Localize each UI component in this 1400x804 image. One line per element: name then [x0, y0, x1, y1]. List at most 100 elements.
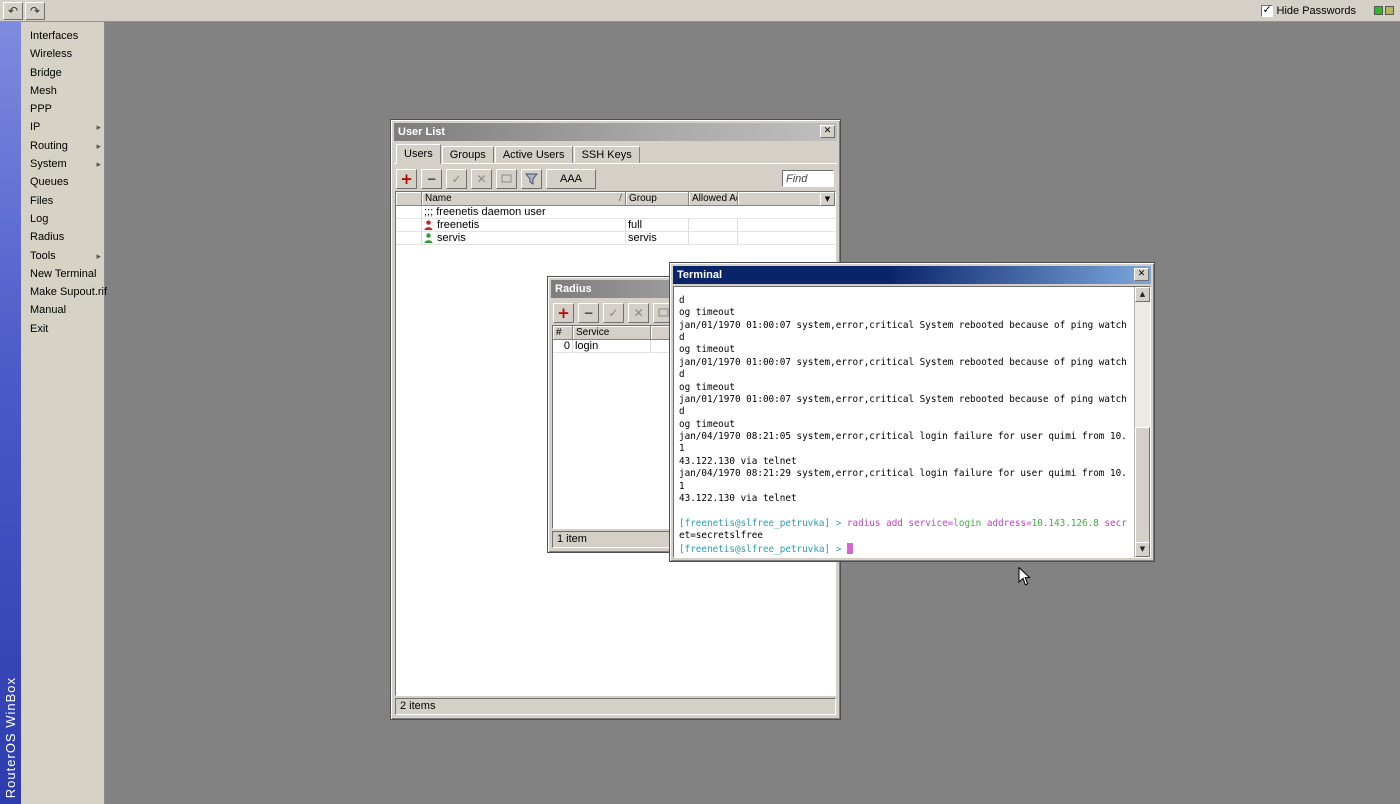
menu-item-ppp[interactable]: PPP [21, 100, 104, 118]
menu-item-bridge[interactable]: Bridge [21, 64, 104, 82]
menu-item-label: Make Supout.rif [30, 286, 107, 298]
user-name: servis [437, 232, 466, 244]
side-menu: InterfacesWirelessBridgeMeshPPPIP▸Routin… [21, 22, 105, 804]
menu-item-radius[interactable]: Radius [21, 228, 104, 246]
disable-button[interactable]: ✕ [628, 303, 649, 323]
add-button[interactable]: + [553, 303, 574, 323]
menu-item-queues[interactable]: Queues [21, 173, 104, 191]
terminal-cursor-block [847, 543, 853, 554]
terminal-line: og timeout [679, 382, 1133, 394]
close-icon[interactable]: ✕ [1134, 268, 1149, 281]
undo-button[interactable]: ↶ [3, 2, 23, 20]
submenu-arrow-icon: ▸ [96, 248, 101, 266]
menu-item-mesh[interactable]: Mesh [21, 82, 104, 100]
terminal-line: jan/01/1970 01:00:07 system,error,critic… [679, 357, 1133, 369]
allowed-address-column-header[interactable]: Allowed Addr... [689, 192, 738, 206]
menu-item-routing[interactable]: Routing ▸ [21, 137, 104, 155]
menu-item-manual[interactable]: Manual [21, 301, 104, 319]
user-allowed-address [689, 219, 738, 232]
menu-item-label: Manual [30, 304, 66, 316]
tab-ssh-keys[interactable]: SSH Keys [574, 146, 640, 163]
menu-item-wireless[interactable]: Wireless [21, 45, 104, 63]
terminal-scrollbar[interactable]: ▲ ▼ [1134, 287, 1150, 557]
user-row-freenetis[interactable]: freenetis full [396, 219, 835, 232]
user-group: servis [626, 232, 689, 245]
connection-quality-green-icon [1374, 6, 1383, 15]
user-list-statusbar: 2 items [395, 698, 836, 715]
menu-item-label: Exit [30, 323, 48, 335]
user-row-servis[interactable]: servis servis [396, 232, 835, 245]
menu-item-make-supout-rif[interactable]: Make Supout.rif [21, 283, 104, 301]
terminal-line: og timeout [679, 419, 1133, 431]
comment-button[interactable] [496, 169, 517, 189]
service-column-header[interactable]: Service [573, 326, 651, 340]
aaa-button[interactable]: AAA [546, 169, 596, 189]
filter-button[interactable] [521, 169, 542, 189]
winbox-desktop: { "colors": { "desktop": "#828282", "chr… [0, 0, 1400, 804]
radius-number: 0 [553, 340, 573, 353]
window-title: Terminal [677, 269, 722, 281]
remove-button[interactable]: − [421, 169, 442, 189]
submenu-arrow-icon: ▸ [96, 138, 101, 156]
terminal-line: d [679, 406, 1133, 418]
comment-row[interactable]: ;;; freenetis daemon user [396, 206, 835, 219]
brand-strip: RouterOS WinBox [0, 22, 21, 804]
scroll-up-icon[interactable]: ▲ [1135, 287, 1150, 302]
redo-button[interactable]: ↷ [25, 2, 45, 20]
terminal-line: d [679, 295, 1133, 307]
column-select-dropdown[interactable]: ▼ [820, 192, 835, 206]
user-name: freenetis [437, 219, 479, 231]
menu-item-tools[interactable]: Tools▸ [21, 247, 104, 265]
filter-funnel-icon [525, 173, 538, 185]
scroll-down-icon[interactable]: ▼ [1135, 542, 1150, 557]
tab-groups[interactable]: Groups [442, 146, 494, 163]
remove-button[interactable]: − [578, 303, 599, 323]
menu-item-log[interactable]: Log [21, 210, 104, 228]
add-button[interactable]: + [396, 169, 417, 189]
terminal-line: [freenetis@slfree_petruvka] > [679, 543, 1133, 555]
terminal-line: jan/04/1970 08:21:05 system,error,critic… [679, 431, 1133, 443]
user-group: full [626, 219, 689, 232]
menu-item-label: Log [30, 213, 48, 225]
name-column-header[interactable]: Name∕ [422, 192, 626, 206]
enable-button[interactable]: ✓ [603, 303, 624, 323]
menu-item-files[interactable]: Files [21, 192, 104, 210]
menu-item-label: Bridge [30, 67, 62, 79]
tab-users[interactable]: Users [396, 144, 441, 164]
submenu-arrow-icon: ▸ [96, 119, 101, 137]
terminal-line: 43.122.130 via telnet [679, 493, 1133, 505]
menu-item-label: Interfaces [30, 30, 78, 42]
menu-item-system[interactable]: System▸ [21, 155, 104, 173]
terminal-titlebar[interactable]: Terminal ✕ [673, 266, 1151, 284]
scrollbar-thumb[interactable] [1135, 427, 1150, 543]
user-list-tabs: Users Groups Active Users SSH Keys [394, 142, 837, 163]
menu-item-label: IP [30, 121, 40, 133]
hide-passwords-label: Hide Passwords [1277, 5, 1356, 17]
menu-item-ip[interactable]: IP ▸ [21, 118, 104, 136]
green-user-icon [424, 233, 433, 243]
group-column-header[interactable]: Group [626, 192, 689, 206]
close-icon[interactable]: ✕ [820, 125, 835, 138]
menu-item-label: Queues [30, 176, 69, 188]
disable-button[interactable]: ✕ [471, 169, 492, 189]
find-input[interactable] [782, 170, 834, 187]
menu-item-interfaces[interactable]: Interfaces [21, 27, 104, 45]
menu-item-new-terminal[interactable]: New Terminal [21, 265, 104, 283]
menu-item-label: Routing [30, 140, 68, 152]
user-list-titlebar[interactable]: User List ✕ [394, 123, 837, 141]
terminal-line: [freenetis@slfree_petruvka] > radius add… [679, 518, 1133, 530]
flags-column-header[interactable] [396, 192, 422, 206]
sort-ascending-icon: ∕ [619, 192, 622, 205]
terminal-lines: dog timeoutjan/01/1970 01:00:07 system,e… [679, 295, 1133, 555]
item-count: 1 item [557, 533, 587, 545]
tab-active-users[interactable]: Active Users [495, 146, 573, 163]
comment-text: ;;; freenetis daemon user [422, 206, 835, 219]
terminal-line: 43.122.130 via telnet [679, 456, 1133, 468]
hide-passwords-checkbox[interactable]: ✓ [1261, 5, 1273, 17]
number-column-header[interactable]: # [553, 326, 573, 340]
terminal-line: d [679, 369, 1133, 381]
enable-button[interactable]: ✓ [446, 169, 467, 189]
mouse-cursor [1018, 567, 1032, 590]
menu-item-exit[interactable]: Exit [21, 320, 104, 338]
terminal-text[interactable]: dog timeoutjan/01/1970 01:00:07 system,e… [675, 287, 1133, 557]
